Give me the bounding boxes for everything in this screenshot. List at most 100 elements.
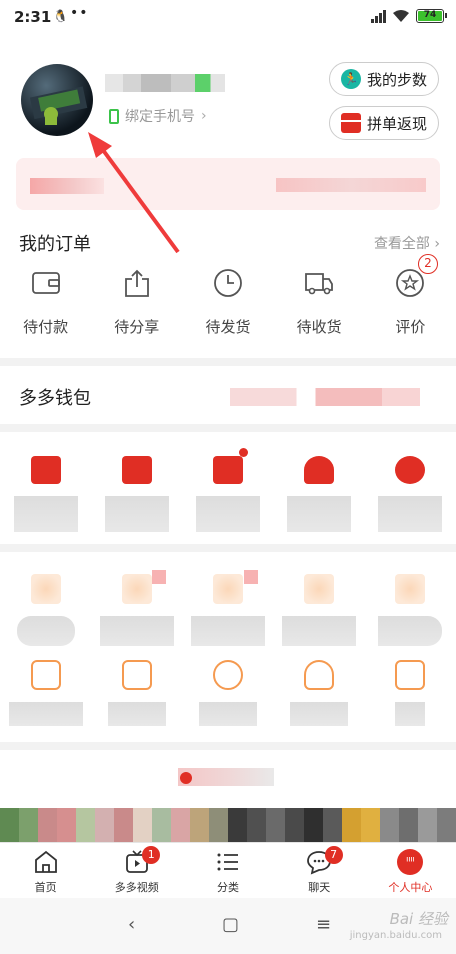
chat-badge: 7 — [324, 846, 343, 864]
username-redacted — [105, 74, 225, 92]
service-grid-secondary — [0, 552, 456, 742]
label-redacted — [107, 702, 166, 726]
grid-item[interactable] — [91, 456, 182, 532]
grid-item[interactable] — [91, 570, 182, 646]
tab-home[interactable]: 首页 — [0, 843, 91, 898]
truck-icon — [304, 268, 334, 298]
tab-profile[interactable]: ᐦᐦ 个人中心 — [365, 843, 456, 898]
new-dot-badge — [152, 570, 167, 584]
running-icon: 🏃 — [340, 69, 361, 89]
recommend-dot-icon — [180, 772, 192, 784]
tab-video[interactable]: 1 多多视频 — [91, 843, 182, 898]
order-pending-shipment[interactable]: 待发货 — [182, 268, 273, 337]
label-redacted — [290, 702, 349, 726]
grid-item[interactable] — [365, 574, 456, 646]
see-all-label: 查看全部 — [373, 236, 430, 252]
my-steps-button[interactable]: 🏃 我的步数 — [329, 62, 439, 96]
baidu-watermark: Bai 经验 — [389, 910, 448, 928]
order-pending-payment[interactable]: 待付款 — [0, 268, 91, 337]
tab-label: 聊天 — [308, 881, 331, 894]
label-redacted — [99, 616, 174, 646]
grid-item[interactable] — [91, 660, 182, 726]
label-redacted — [190, 616, 265, 646]
phone-icon — [109, 108, 119, 124]
wallet-balance-redacted — [230, 388, 420, 406]
notes-icon — [30, 660, 61, 690]
promo-detail-redacted — [276, 178, 426, 192]
headset-icon — [304, 660, 335, 690]
label-redacted — [198, 702, 257, 726]
back-icon[interactable]: ‹ — [128, 914, 135, 935]
tab-label: 首页 — [34, 881, 57, 894]
order-label: 待分享 — [114, 318, 160, 336]
red-envelope-icon — [340, 113, 361, 133]
status-indicators: 74 — [371, 9, 447, 23]
order-pending-receipt[interactable]: 待收货 — [274, 268, 365, 337]
share-icon — [122, 268, 152, 298]
clock-icon — [213, 268, 243, 298]
bind-phone-label: 绑定手机号 — [125, 109, 195, 125]
service-icon — [395, 574, 426, 604]
grid-item[interactable] — [182, 570, 273, 646]
promo-banner[interactable] — [16, 158, 440, 210]
menu-icon[interactable]: ≡ — [316, 914, 331, 935]
new-dot-badge — [243, 570, 258, 584]
tab-label: 多多视频 — [114, 881, 159, 894]
bottom-tab-bar: 首页 1 多多视频 分类 7 聊天 ᐦᐦ 个人中心 — [0, 842, 456, 898]
android-avatar-image — [29, 86, 88, 125]
wallet-section[interactable]: 多多钱包 — [0, 366, 456, 424]
grid-item[interactable] — [182, 660, 273, 726]
see-all-orders-link[interactable]: 查看全部 › — [374, 233, 440, 253]
coupon-icon — [30, 456, 61, 484]
label-redacted — [195, 496, 260, 532]
settings-icon — [395, 660, 426, 690]
label-redacted — [378, 616, 443, 646]
orders-title: 我的订单 — [19, 234, 91, 255]
new-dot-badge — [238, 448, 248, 457]
label-redacted — [16, 616, 75, 646]
order-review[interactable]: 2 评价 — [365, 254, 456, 337]
wallet-title: 多多钱包 — [19, 388, 91, 409]
order-label: 待付款 — [23, 318, 69, 336]
grid-item[interactable] — [365, 456, 456, 532]
service-icon — [121, 574, 152, 604]
service-icon — [304, 574, 335, 604]
service-grid-primary — [0, 432, 456, 544]
video-badge: 1 — [142, 846, 161, 864]
order-pending-share[interactable]: 待分享 — [91, 268, 182, 337]
my-steps-label: 我的步数 — [366, 70, 427, 89]
signal-icon — [371, 9, 386, 23]
grid-item[interactable] — [274, 660, 365, 726]
order-label: 评价 — [395, 318, 426, 336]
group-rebate-button[interactable]: 拼单返现 — [329, 106, 439, 140]
home-square-icon[interactable]: ▢ — [222, 914, 239, 935]
tab-category[interactable]: 分类 — [182, 843, 273, 898]
recommend-title-redacted — [178, 768, 274, 786]
tab-label: 分类 — [217, 881, 239, 894]
review-icon — [395, 268, 425, 298]
grid-item[interactable] — [0, 574, 91, 646]
yuan-icon — [395, 456, 426, 484]
disc-icon — [212, 660, 243, 690]
grid-item[interactable] — [365, 660, 456, 726]
grid-item[interactable] — [182, 448, 273, 532]
qq-notification-icon: 🐧 — [53, 9, 68, 23]
grid-item[interactable] — [274, 574, 365, 646]
grid-item[interactable] — [274, 456, 365, 532]
label-redacted — [378, 496, 443, 532]
train-icon — [121, 660, 152, 690]
wallet-icon — [31, 268, 61, 298]
bind-phone-link[interactable]: 绑定手机号 › — [109, 106, 207, 126]
tab-label: 个人中心 — [388, 881, 433, 894]
review-count-badge: 2 — [417, 254, 438, 274]
recommend-header — [0, 750, 456, 808]
service-icon — [212, 574, 243, 604]
my-orders-section: 我的订单 查看全部 › 待付款 待分享 待发货 待收货 2 评价 — [0, 212, 456, 358]
grid-item[interactable] — [0, 456, 91, 532]
grid-item[interactable] — [0, 660, 91, 726]
label-redacted — [8, 702, 83, 726]
avatar[interactable] — [21, 64, 93, 136]
tab-chat[interactable]: 7 聊天 — [274, 843, 365, 898]
promo-text-redacted — [30, 178, 104, 194]
favorites-bag-icon — [121, 456, 152, 484]
